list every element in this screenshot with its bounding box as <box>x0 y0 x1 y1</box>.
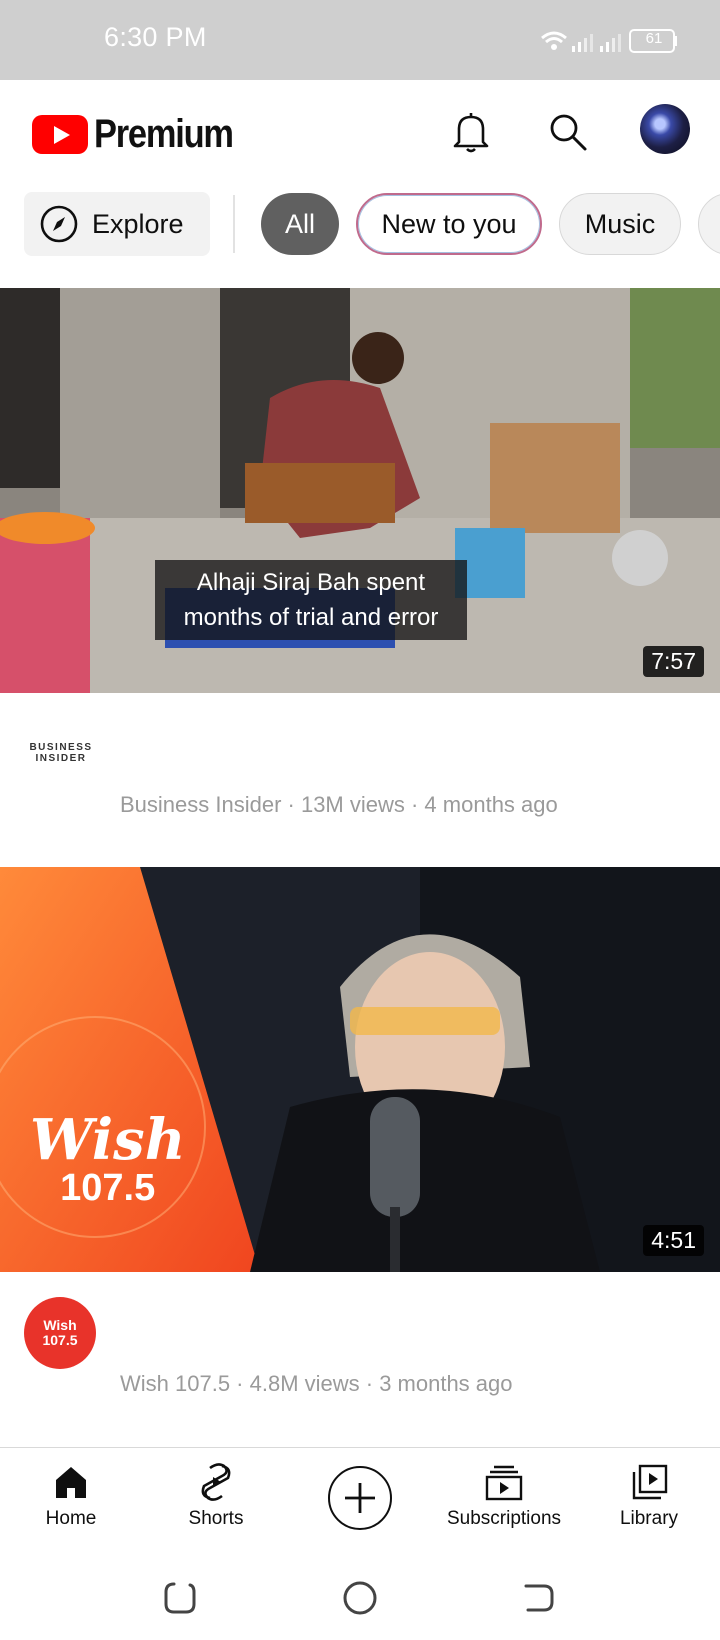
video-thumbnail[interactable]: Wish 107.5 4:51 <box>0 867 720 1272</box>
video-meta: Wish 107.5 · 4.8M views · 3 months ago <box>120 1371 513 1396</box>
subscriptions-icon <box>485 1465 523 1501</box>
youtube-premium-logo[interactable]: Premium <box>32 110 255 158</box>
search-icon <box>550 114 587 151</box>
search-button[interactable] <box>540 104 596 160</box>
explore-label: Explore <box>92 208 184 239</box>
status-bar: 6:30 PM 61 <box>0 0 720 80</box>
video-thumbnail[interactable]: Alhaji Siraj Bah spent months of trial a… <box>0 288 720 693</box>
youtube-play-logo-icon <box>32 114 88 154</box>
nav-shorts-label: Shorts <box>188 1508 244 1529</box>
chip-divider <box>233 195 235 253</box>
nav-home[interactable]: Home <box>0 1462 146 1530</box>
chip-next-partial[interactable] <box>698 193 720 255</box>
thumb-brand-text: Wish <box>30 1107 186 1173</box>
account-avatar[interactable] <box>640 104 690 154</box>
chip-all[interactable]: All <box>261 193 339 255</box>
channel-avatar-text: Wish 107.5 <box>42 1317 78 1348</box>
video-duration: 7:57 <box>643 646 704 677</box>
home-circle-icon[interactable] <box>340 1578 380 1618</box>
recent-apps-icon[interactable] <box>160 1578 200 1618</box>
library-icon <box>632 1464 668 1500</box>
channel-avatar-wish[interactable]: Wish 107.5 <box>24 1297 96 1369</box>
back-icon[interactable] <box>518 1578 558 1618</box>
nav-library[interactable]: Library <box>574 1462 720 1530</box>
thumbnail-scene-image <box>0 867 720 1272</box>
notifications-button[interactable] <box>443 104 499 160</box>
plus-icon <box>345 1483 375 1513</box>
explore-button[interactable]: Explore <box>24 192 210 256</box>
nav-shorts[interactable]: Shorts <box>141 1462 291 1530</box>
brand-label: Premium <box>94 111 234 156</box>
compass-icon <box>40 205 78 243</box>
status-time: 6:30 PM <box>104 22 207 52</box>
create-button[interactable] <box>328 1466 392 1530</box>
nav-subscriptions[interactable]: Subscriptions <box>429 1462 579 1530</box>
video-duration: 4:51 <box>643 1225 704 1256</box>
app-header: Premium <box>0 80 720 185</box>
nav-subscriptions-label: Subscriptions <box>446 1508 562 1529</box>
system-status-icons: 61 <box>540 26 690 56</box>
battery-level: 61 <box>645 30 663 47</box>
chip-music[interactable]: Music <box>559 193 681 255</box>
channel-avatar-business-insider[interactable]: BUSINESS INSIDER <box>28 742 94 764</box>
home-icon <box>56 1467 86 1498</box>
video-caption: Alhaji Siraj Bah spent months of trial a… <box>155 560 467 640</box>
video-meta: Business Insider · 13M views · 4 months … <box>120 792 558 817</box>
system-navigation-bar <box>0 1560 720 1640</box>
bottom-navigation: Home Shorts Subscriptions Library <box>0 1447 720 1560</box>
wish-107-5-thumbnail-logo: Wish 107.5 <box>30 1112 185 1208</box>
filter-chip-bar: Explore All New to you Music <box>0 185 720 273</box>
shorts-icon <box>201 1463 231 1501</box>
bell-icon <box>453 113 489 153</box>
nav-library-label: Library <box>619 1508 679 1529</box>
thumb-frequency-text: 107.5 <box>60 1167 156 1209</box>
chip-new-to-you[interactable]: New to you <box>356 193 542 255</box>
nav-home-label: Home <box>45 1508 97 1529</box>
